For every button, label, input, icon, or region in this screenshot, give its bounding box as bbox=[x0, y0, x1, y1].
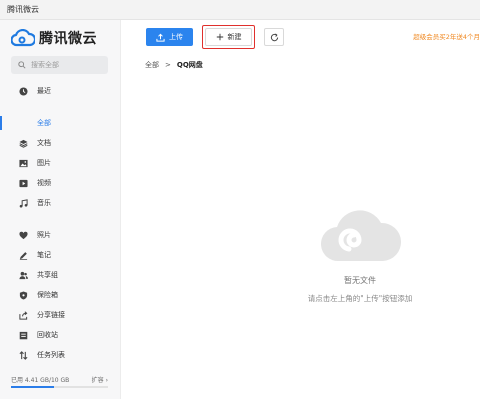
sidebar-item-task-list[interactable]: 任务列表 bbox=[0, 345, 120, 365]
refresh-button[interactable] bbox=[264, 28, 284, 46]
logo-text: 腾讯微云 bbox=[39, 31, 97, 47]
storage-bar-fill bbox=[11, 386, 54, 388]
pen-icon bbox=[19, 251, 28, 260]
sidebar-item-music[interactable]: 音乐 bbox=[0, 193, 120, 213]
toolbar: 上传 新建 超级会员买2年送4个月 bbox=[121, 20, 480, 54]
chevron-right-icon: › bbox=[105, 377, 108, 384]
empty-title: 暂无文件 bbox=[344, 276, 376, 285]
sidebar-item-recycle-bin[interactable]: 回收站 bbox=[0, 325, 120, 345]
heart-icon bbox=[19, 231, 28, 240]
upload-button[interactable]: 上传 bbox=[146, 28, 193, 46]
sidebar-item-label: 全部 bbox=[37, 119, 51, 127]
plus-icon bbox=[216, 33, 223, 41]
app-logo[interactable]: 腾讯微云 bbox=[11, 26, 97, 50]
breadcrumb-root[interactable]: 全部 bbox=[145, 60, 159, 70]
sidebar-item-label: 任务列表 bbox=[37, 351, 65, 359]
sidebar-item-label: 分享链接 bbox=[37, 311, 65, 319]
sidebar-item-label: 保险箱 bbox=[37, 291, 58, 299]
sidebar-item-docs[interactable]: 文档 bbox=[0, 133, 120, 153]
sidebar-item-label: 最近 bbox=[37, 87, 51, 95]
sidebar-item-label: 音乐 bbox=[37, 199, 51, 207]
search-icon bbox=[18, 61, 26, 69]
empty-hint: 请点击左上角的"上传"按钮添加 bbox=[307, 294, 413, 303]
trash-icon bbox=[19, 331, 28, 340]
storage-bar bbox=[11, 386, 108, 388]
sidebar-item-share-links[interactable]: 分享链接 bbox=[0, 305, 120, 325]
upload-label: 上传 bbox=[169, 33, 183, 41]
search-input[interactable]: 搜索全部 bbox=[11, 56, 108, 74]
sidebar-item-recent[interactable]: 最近 bbox=[0, 81, 120, 101]
sidebar-item-label: 视频 bbox=[37, 179, 51, 187]
breadcrumb: 全部 > QQ网盘 bbox=[145, 60, 203, 70]
sidebar-item-photos[interactable]: 照片 bbox=[0, 225, 120, 245]
transfer-icon bbox=[19, 350, 28, 360]
vip-promo-link[interactable]: 超级会员买2年送4个月 bbox=[413, 28, 480, 46]
video-icon bbox=[19, 179, 28, 188]
sidebar: 腾讯微云 搜索全部 最近 全部 文档 图片 视频 音乐 照片 笔记 共享组 保险… bbox=[0, 20, 121, 399]
expand-storage-button[interactable]: 扩容 › bbox=[92, 375, 108, 384]
layers-icon bbox=[19, 139, 28, 148]
window-titlebar: 腾讯微云 bbox=[0, 0, 480, 20]
window-title: 腾讯微云 bbox=[7, 5, 39, 14]
image-icon bbox=[19, 159, 28, 168]
cloud-logo-icon bbox=[11, 29, 35, 47]
share-icon bbox=[19, 310, 28, 320]
sidebar-item-label: 回收站 bbox=[37, 331, 58, 339]
clock-icon bbox=[19, 86, 28, 96]
sidebar-item-label: 图片 bbox=[37, 159, 51, 167]
empty-state: 暂无文件 请点击左上角的"上传"按钮添加 bbox=[280, 205, 440, 304]
breadcrumb-separator: > bbox=[165, 61, 171, 69]
sidebar-item-all[interactable]: 全部 bbox=[0, 113, 120, 133]
sidebar-item-label: 文档 bbox=[37, 139, 51, 147]
sidebar-item-videos[interactable]: 视频 bbox=[0, 173, 120, 193]
storage-info: 已用 4.41 GB/10 GB 扩容 › bbox=[11, 375, 108, 384]
expand-storage-label: 扩容 bbox=[91, 377, 104, 384]
new-button[interactable]: 新建 bbox=[205, 28, 252, 46]
sidebar-item-safe-box[interactable]: 保险箱 bbox=[0, 285, 120, 305]
sidebar-item-notes[interactable]: 笔记 bbox=[0, 245, 120, 265]
refresh-icon bbox=[270, 33, 278, 41]
sidebar-item-shared-groups[interactable]: 共享组 bbox=[0, 265, 120, 285]
sidebar-item-label: 笔记 bbox=[37, 251, 51, 259]
sidebar-item-images[interactable]: 图片 bbox=[0, 153, 120, 173]
sidebar-item-label: 照片 bbox=[37, 231, 51, 239]
upload-icon bbox=[156, 33, 165, 42]
empty-cloud-icon bbox=[320, 210, 402, 262]
breadcrumb-current: QQ网盘 bbox=[176, 61, 203, 69]
search-placeholder: 搜索全部 bbox=[31, 61, 59, 69]
shield-icon bbox=[19, 290, 28, 300]
sidebar-item-label: 共享组 bbox=[37, 271, 58, 279]
people-icon bbox=[19, 271, 28, 280]
storage-used-text: 已用 4.41 GB/10 GB bbox=[11, 377, 70, 384]
music-icon bbox=[19, 198, 28, 208]
list-icon bbox=[19, 119, 28, 128]
new-label: 新建 bbox=[227, 33, 242, 41]
